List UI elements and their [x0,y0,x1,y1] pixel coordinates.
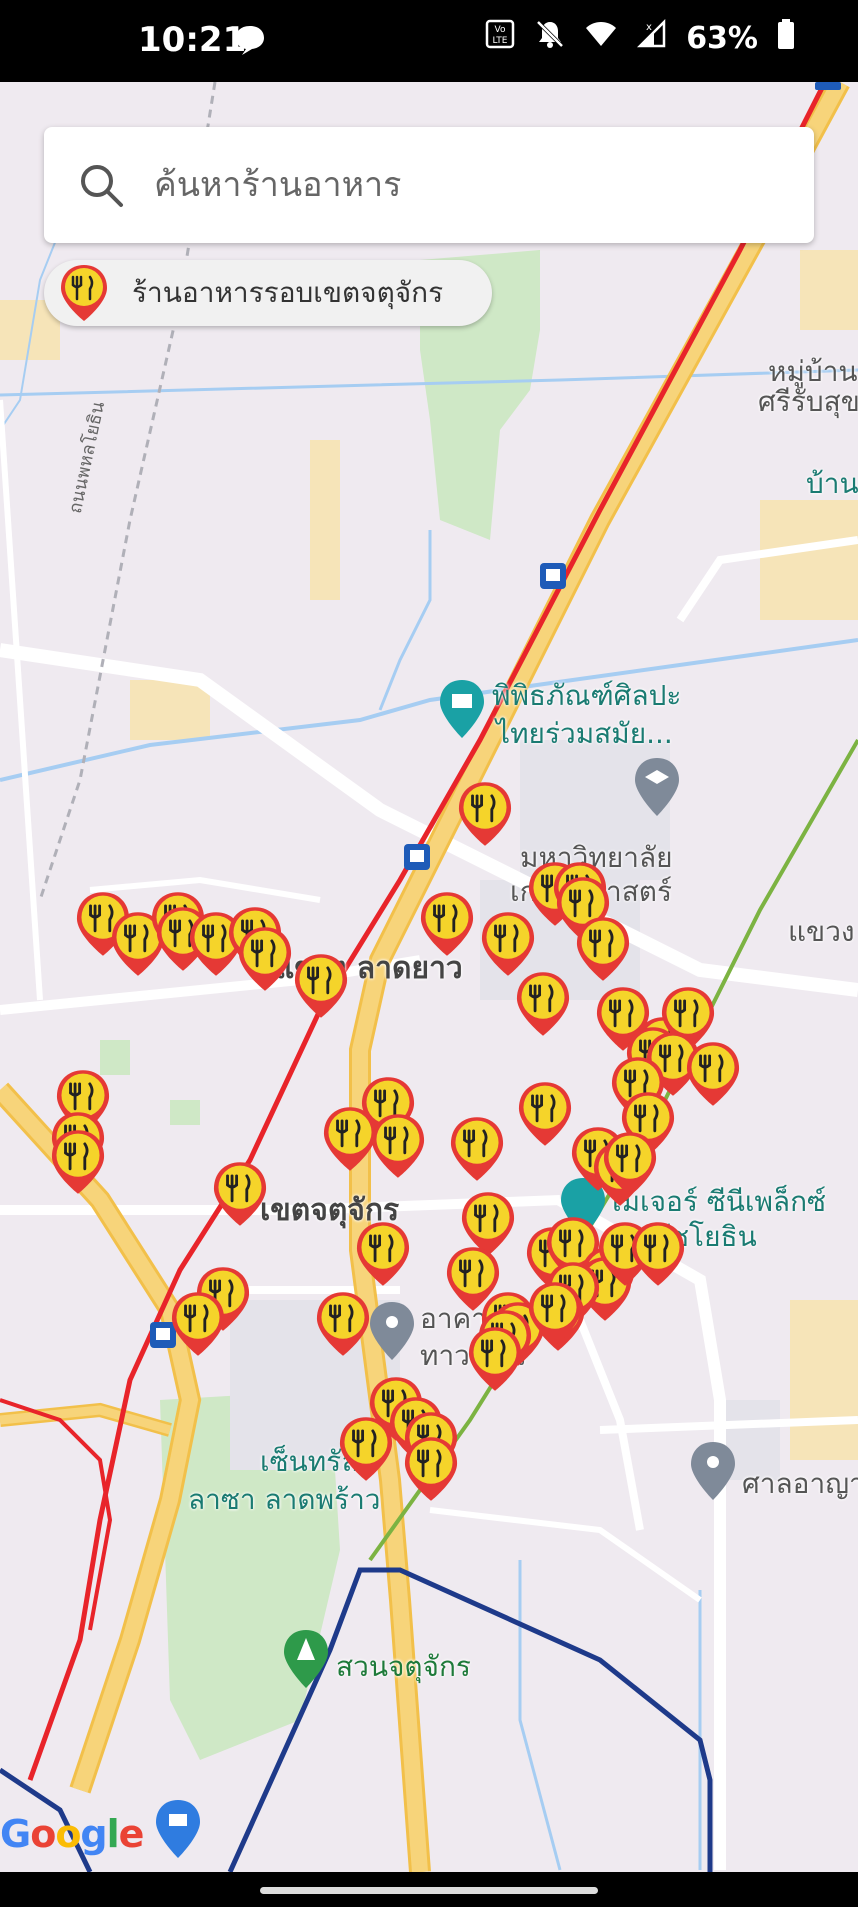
station-icon[interactable] [404,844,430,870]
restaurant-marker[interactable] [525,1280,585,1348]
svg-text:LTE: LTE [493,36,508,46]
restaurant-marker[interactable] [600,1130,660,1198]
village-label-2: ศรีรับสุข [758,385,858,418]
svg-text:Vo: Vo [495,25,506,35]
restaurant-filter-chip[interactable]: ร้านอาหารรอบเขตจตุจักร [44,260,492,326]
restaurant-marker[interactable] [683,1040,743,1108]
restaurant-marker[interactable] [168,1290,228,1358]
restaurant-marker[interactable] [313,1290,373,1358]
wifi-icon [584,18,618,58]
svg-text:x: x [646,22,652,33]
restaurant-marker[interactable] [353,1220,413,1288]
restaurant-marker[interactable] [465,1325,525,1393]
restaurant-marker[interactable] [447,1115,507,1183]
restaurant-marker[interactable] [513,970,573,1038]
restaurant-marker[interactable] [235,925,295,993]
google-logo: Google [0,1812,144,1856]
restaurant-marker[interactable] [573,915,633,983]
restaurant-marker-icon [58,263,110,323]
navigation-bar [0,1872,858,1907]
search-bar[interactable] [44,127,814,243]
status-bar: 10:21 Vo LTE x 63% [0,0,858,82]
search-input[interactable] [152,164,756,206]
khwaeng-label: แขวง [788,915,855,948]
station-icon[interactable] [815,82,841,90]
battery-icon [776,18,796,58]
mute-icon [534,18,566,58]
chat-notification-icon [232,22,268,62]
park-label: สวนจตุจักร [336,1650,471,1683]
courthouse-label: ศาลอาญา [742,1467,858,1500]
restaurant-marker[interactable] [417,890,477,958]
restaurant-marker[interactable] [48,1128,108,1196]
restaurant-marker[interactable] [368,1112,428,1180]
status-time: 10:21 [138,20,247,60]
restaurant-marker[interactable] [455,780,515,848]
restaurant-marker[interactable] [628,1220,688,1288]
filter-chip-label: ร้านอาหารรอบเขตจตุจักร [132,276,444,309]
station-icon[interactable] [540,563,566,589]
signal-icon: x [636,18,668,58]
battery-percent: 63% [686,20,758,56]
central-label-2: ลาซา ลาดพร้าว [188,1483,381,1516]
ban-label: บ้าน [806,467,858,500]
restaurant-marker[interactable] [401,1435,461,1503]
restaurant-marker[interactable] [336,1415,396,1483]
volte-icon: Vo LTE [484,18,516,58]
restaurant-marker[interactable] [515,1080,575,1148]
gesture-handle[interactable] [260,1887,598,1894]
restaurant-marker[interactable] [291,952,351,1020]
museum-label-2: ไทยร่วมสมัย... [496,717,673,750]
restaurant-marker[interactable] [210,1160,270,1228]
search-icon[interactable] [66,150,136,220]
